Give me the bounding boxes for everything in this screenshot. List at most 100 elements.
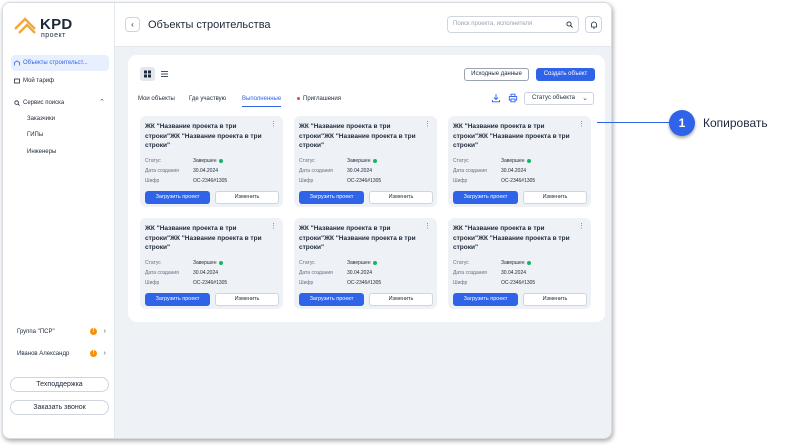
more-icon[interactable]: ⋮ (270, 121, 277, 128)
chevron-down-icon: ⌄ (582, 95, 588, 102)
status-dot-icon (218, 158, 223, 163)
object-card[interactable]: ЖК "Название проекта в три строки"ЖК "На… (448, 116, 591, 207)
sidebar-item-label: Объекты строительст... (23, 60, 88, 66)
upload-project-button[interactable]: Загрузить проект (299, 191, 364, 204)
create-object-button[interactable]: Создать объект (536, 68, 595, 81)
more-icon[interactable]: ⋮ (578, 223, 585, 230)
print-icon[interactable] (508, 93, 518, 103)
object-card[interactable]: ЖК "Название проекта в три строки"ЖК "На… (140, 218, 283, 309)
status-dot-icon (526, 260, 531, 265)
edit-button[interactable]: Изменить (369, 191, 433, 204)
tab-participating[interactable]: Где участвую (189, 95, 226, 104)
upload-project-button[interactable]: Загрузить проект (145, 191, 210, 204)
sidebar-item-objects[interactable]: Объекты строительст... (11, 55, 109, 71)
download-icon[interactable] (491, 93, 501, 103)
object-card[interactable]: ЖК "Название проекта в три строки"ЖК "На… (294, 116, 437, 207)
search-input[interactable]: Поиск проекта, исполнителя (447, 16, 579, 33)
card-status-value: Завершен (501, 260, 531, 266)
chevron-right-icon: › (103, 350, 106, 357)
sidebar-subitem-customers[interactable]: Заказчики (27, 114, 55, 124)
edit-button[interactable]: Изменить (369, 293, 433, 306)
status-text: Завершен (193, 158, 217, 164)
sidebar: KPD проект Объекты строительст... Мой та… (3, 3, 115, 438)
logo[interactable]: KPD проект (13, 15, 83, 41)
card-date-value: 30.04.2024 (501, 168, 527, 174)
object-card[interactable]: ЖК "Название проекта в три строки"ЖК "На… (140, 116, 283, 207)
tab-completed[interactable]: Выполненные (242, 95, 282, 107)
upload-project-button[interactable]: Загрузить проект (453, 191, 518, 204)
account-group-label: Группа "ПСР" (17, 329, 55, 335)
app-window: KPD проект Объекты строительст... Мой та… (2, 2, 612, 439)
more-icon[interactable]: ⋮ (270, 223, 277, 230)
callout-line (597, 122, 670, 123)
object-card[interactable]: ЖК "Название проекта в три строки"ЖК "На… (448, 218, 591, 309)
card-date-value: 30.04.2024 (501, 270, 527, 276)
more-icon[interactable]: ⋮ (578, 121, 585, 128)
support-button[interactable]: Техподдержка (10, 377, 109, 392)
sidebar-item-label: Сервис поиска (23, 100, 65, 106)
object-card[interactable]: ЖК "Название проекта в три строки"ЖК "На… (294, 218, 437, 309)
edit-button[interactable]: Изменить (523, 293, 587, 306)
card-code-label: Шифр (145, 178, 160, 184)
upload-project-button[interactable]: Загрузить проект (453, 293, 518, 306)
card-status-value: Завершен (347, 158, 377, 164)
bell-icon (591, 21, 597, 29)
call-request-button[interactable]: Заказать звонок (10, 400, 109, 415)
unread-dot (297, 96, 300, 100)
search-icon[interactable] (566, 21, 573, 28)
topbar: ‹ Объекты строительства Поиск проекта, и… (115, 3, 611, 47)
account-group[interactable]: Группа "ПСР" ! › (17, 326, 109, 338)
card-code-value: ОС-2346#1305 (193, 280, 228, 286)
list-icon (161, 71, 168, 77)
more-icon[interactable]: ⋮ (424, 223, 431, 230)
edit-button[interactable]: Изменить (215, 293, 279, 306)
card-date-label: Дата создания (453, 270, 487, 276)
card-code-value: ОС-2346#1305 (193, 178, 228, 184)
warning-icon: ! (90, 350, 97, 357)
callout-label: Копировать (703, 116, 768, 130)
edit-button[interactable]: Изменить (523, 191, 587, 204)
card-code-label: Шифр (299, 178, 314, 184)
card-date-value: 30.04.2024 (347, 168, 373, 174)
tab-my-objects[interactable]: Мои объекты (138, 95, 175, 104)
account-user[interactable]: Иванов Александр ! › (17, 348, 109, 360)
account-user-label: Иванов Александр (17, 351, 70, 357)
sidebar-subitem-gips[interactable]: ГИПы (27, 130, 43, 140)
card-date-label: Дата создания (145, 270, 179, 276)
sidebar-item-search-service[interactable]: Сервис поиска ⌃ (11, 95, 109, 111)
source-data-button[interactable]: Исходные данные (464, 68, 529, 81)
card-date-label: Дата создания (299, 270, 333, 276)
card-status-label: Статус (299, 260, 315, 266)
card-date-label: Дата создания (453, 168, 487, 174)
status-dot-icon (372, 158, 377, 163)
edit-button[interactable]: Изменить (215, 191, 279, 204)
more-icon[interactable]: ⋮ (424, 121, 431, 128)
card-title: ЖК "Название проекта в три строки"ЖК "На… (299, 123, 416, 149)
card-date-value: 30.04.2024 (193, 168, 219, 174)
status-dot-icon (372, 260, 377, 265)
logo-subtitle: проект (41, 32, 66, 39)
card-status-value: Завершен (193, 158, 223, 164)
status-filter-select[interactable]: Статус объекта ⌄ (524, 92, 594, 105)
card-code-value: ОС-2346#1305 (347, 280, 382, 286)
logo-text: KPD (40, 16, 73, 33)
upload-project-button[interactable]: Загрузить проект (145, 293, 210, 306)
upload-project-button[interactable]: Загрузить проект (299, 293, 364, 306)
status-text: Завершен (193, 260, 217, 266)
list-view-button[interactable] (157, 67, 172, 81)
callout-badge: 1 (669, 110, 695, 136)
warning-icon: ! (90, 328, 97, 335)
card-code-value: ОС-2346#1305 (501, 178, 536, 184)
search-service-icon (14, 100, 20, 106)
sidebar-item-tariff[interactable]: Мой тариф (11, 73, 109, 89)
sidebar-subitem-engineers[interactable]: Инженеры (27, 147, 56, 157)
grid-view-button[interactable] (140, 67, 155, 81)
page-title: Объекты строительства (148, 19, 271, 31)
card-date-label: Дата создания (299, 168, 333, 174)
notifications-button[interactable] (585, 16, 602, 33)
chevron-up-icon: ⌃ (99, 99, 105, 106)
tab-invitations[interactable]: Приглашения (297, 95, 341, 104)
status-dot-icon (526, 158, 531, 163)
card-title: ЖК "Название проекта в три строки"ЖК "На… (453, 123, 570, 149)
back-button[interactable]: ‹ (125, 17, 140, 32)
